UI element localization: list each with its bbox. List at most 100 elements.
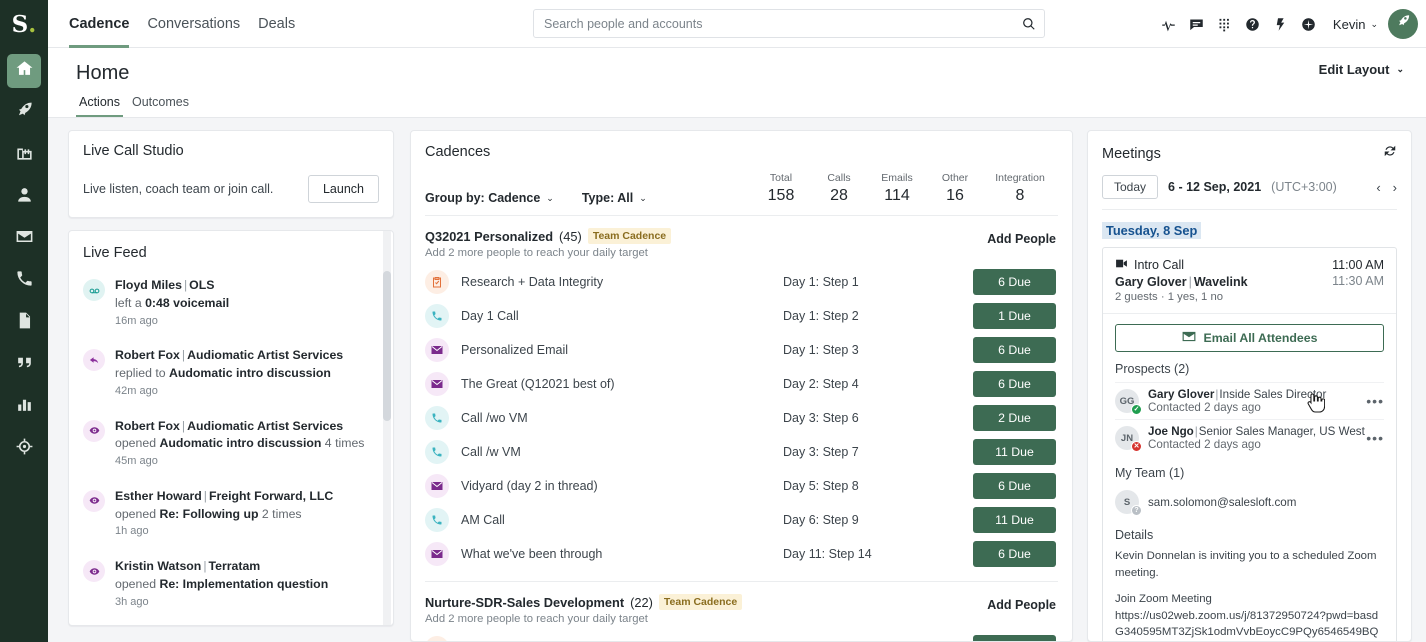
separator: | [202,489,209,503]
tab-actions[interactable]: Actions [76,95,123,117]
table-row[interactable]: Vidyard (day 2 in thread)Day 5: Step 86 … [411,469,1072,503]
chat-icon[interactable] [1183,0,1211,48]
group-by-dropdown[interactable]: Group by: Cadence ⌄ [425,191,554,205]
meeting-company: Wavelink [1194,275,1248,289]
tab-outcomes[interactable]: Outcomes [129,95,192,117]
due-button[interactable]: 11 Due [973,507,1056,533]
launch-button[interactable]: Launch [308,175,379,203]
feed-action-pre: opened [115,577,159,591]
nav-tab-deals[interactable]: Deals [249,0,304,48]
table-row[interactable]: AM CallDay 6: Step 911 Due [411,503,1072,537]
step-name: AM Call [461,513,783,527]
search-icon[interactable] [1022,17,1036,31]
due-button[interactable]: 11 Due [973,439,1056,465]
document-icon [15,311,34,335]
table-row[interactable]: What we've been throughDay 11: Step 146 … [411,537,1072,571]
table-row[interactable]: Research + Data IntegrityDay 1: Step 16 … [411,631,1072,642]
nav-tab-label: Cadence [69,16,129,32]
edit-layout-button[interactable]: Edit Layout ⌄ [1319,62,1404,77]
due-button[interactable]: 2 Due [973,405,1056,431]
list-item[interactable]: Kristin Watson|Terratamopened Re: Implem… [83,550,387,620]
next-week-icon[interactable]: › [1393,180,1397,195]
list-item[interactable]: GG ✓ Gary Glover|Inside Sales Director C… [1115,382,1384,419]
step-day: Day 11: Step 14 [783,547,973,561]
mail-icon [425,474,449,498]
due-button[interactable]: 1 Due [973,303,1056,329]
sidebar-item-calls[interactable] [7,264,41,298]
search-box[interactable] [533,9,1045,38]
compass-icon[interactable] [1295,0,1323,48]
list-item[interactable]: Robert Fox|Audiomatic Artist Servicesope… [83,410,387,480]
app-root: S. [0,0,1426,642]
add-people-button[interactable]: Add People [987,228,1056,246]
nav-tab-conversations[interactable]: Conversations [138,0,249,48]
due-button[interactable]: 6 Due [973,269,1056,295]
table-row[interactable]: Personalized EmailDay 1: Step 36 Due [411,333,1072,367]
dialer-grid-icon[interactable] [1211,0,1239,48]
meeting-card[interactable]: Intro Call Gary Glover|Wavelink 2 guests… [1102,247,1397,642]
feed-timestamp: 16m ago [115,313,229,331]
avatar[interactable] [1388,9,1418,39]
feed-company: Audiomatic Artist Services [187,348,343,362]
sidebar-item-templates[interactable] [7,306,41,340]
sidebar-item-people[interactable] [7,180,41,214]
due-button[interactable]: 6 Due [973,337,1056,363]
overflow-menu-icon[interactable]: ••• [1366,430,1384,446]
step-name: The Great (Q12021 best of) [461,377,783,391]
sidebar-item-conversations[interactable] [7,348,41,382]
video-camera-icon [1115,258,1128,272]
refresh-icon[interactable] [1383,144,1397,163]
mouse-cursor-icon [1307,393,1325,413]
table-row[interactable]: Call /w VMDay 3: Step 711 Due [411,435,1072,469]
feed-timestamp: 42m ago [115,383,343,401]
target-icon [15,437,34,461]
list-item[interactable]: Floyd Miles|OLSleft a 0:48 voicemail16m … [83,269,387,339]
sidebar-item-home[interactable] [7,54,41,88]
table-row[interactable]: Day 1 CallDay 1: Step 21 Due [411,299,1072,333]
sidebar-item-goals[interactable] [7,432,41,466]
live-call-studio-title: Live Call Studio [83,143,379,159]
add-people-button[interactable]: Add People [987,594,1056,612]
sidebar-item-analytics[interactable] [7,390,41,424]
salesloft-logo[interactable]: S. [0,0,48,48]
details-zoom-url[interactable]: https://us02web.zoom.us/j/81372950724?pw… [1115,608,1384,642]
list-item[interactable]: Arlene McCoy|Remi Data Servicesreplied t… [83,620,387,626]
meeting-details-body: Email All Attendees Prospects (2) GG ✓ G… [1103,314,1396,642]
clipboard-icon [425,270,449,294]
cadences-controls: Group by: Cadence ⌄ Type: All ⌄ Total 15… [411,160,1072,215]
due-button[interactable]: 6 Due [973,635,1056,642]
prev-week-icon[interactable]: ‹ [1376,180,1380,195]
nav-tab-cadence[interactable]: Cadence [60,0,138,48]
help-circle-icon[interactable] [1239,0,1267,48]
kpi-value: 28 [810,187,868,205]
live-feed-scroll-thumb[interactable] [383,271,391,421]
due-button[interactable]: 6 Due [973,473,1056,499]
list-item[interactable]: S ? sam.solomon@salesloft.com [1115,486,1384,518]
sidebar-item-cadence[interactable] [7,96,41,130]
kpi-label: Emails [868,172,926,184]
nav-tab-label: Deals [258,16,295,32]
search-input[interactable] [544,17,1022,31]
meeting-summary[interactable]: Intro Call Gary Glover|Wavelink 2 guests… [1103,248,1396,314]
today-button[interactable]: Today [1102,175,1158,199]
step-day: Day 1: Step 2 [783,309,973,323]
email-all-attendees-button[interactable]: Email All Attendees [1115,324,1384,352]
sidebar-item-email[interactable] [7,222,41,256]
mail-icon [15,227,34,251]
date-arrows: ‹ › [1376,180,1397,195]
list-item[interactable]: Esther Howard|Freight Forward, LLCopened… [83,480,387,550]
feed-person: Esther Howard [115,489,202,503]
user-menu[interactable]: Kevin ⌄ [1323,17,1386,32]
table-row[interactable]: Research + Data IntegrityDay 1: Step 16 … [411,265,1072,299]
list-item[interactable]: JN ✕ Joe Ngo|Senior Sales Manager, US We… [1115,419,1384,456]
lightning-icon[interactable] [1267,0,1295,48]
table-row[interactable]: The Great (Q12021 best of)Day 2: Step 46… [411,367,1072,401]
due-button[interactable]: 6 Due [973,541,1056,567]
activity-pulse-icon[interactable] [1155,0,1183,48]
list-item[interactable]: Robert Fox|Audiomatic Artist Servicesrep… [83,339,387,409]
sidebar-item-accounts[interactable] [7,138,41,172]
type-filter-dropdown[interactable]: Type: All ⌄ [582,191,647,205]
table-row[interactable]: Call /wo VMDay 3: Step 62 Due [411,401,1072,435]
due-button[interactable]: 6 Due [973,371,1056,397]
overflow-menu-icon[interactable]: ••• [1366,393,1384,409]
